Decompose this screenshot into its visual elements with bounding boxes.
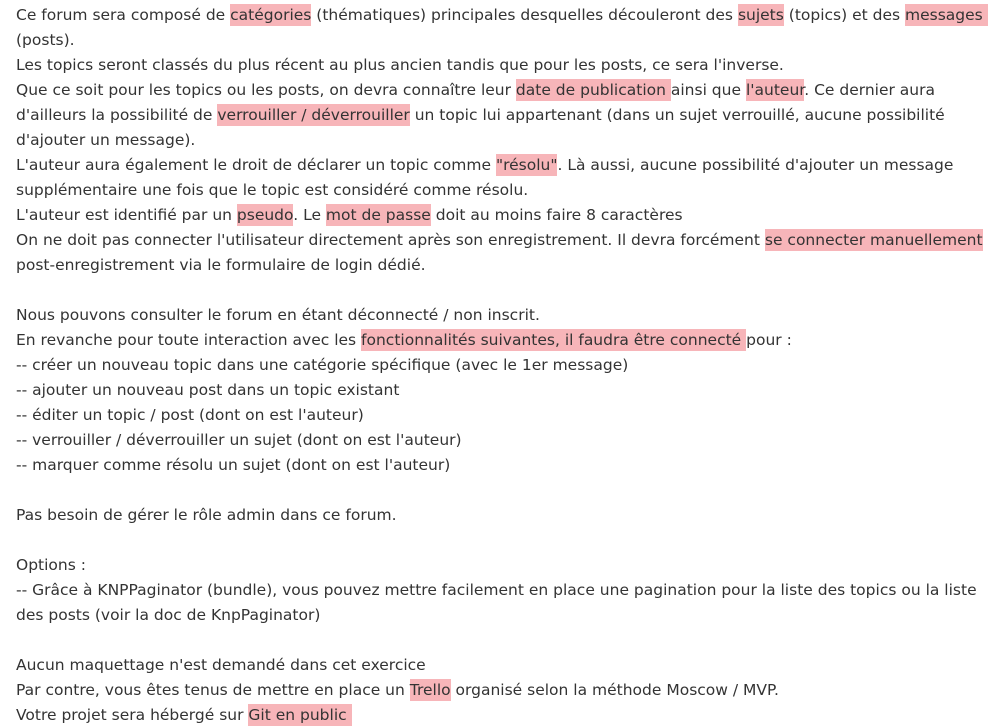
- highlighted-text: catégories: [230, 4, 312, 26]
- text-segment: Ce forum sera composé de: [16, 6, 231, 24]
- text-segment: post-enregistrement via le formulaire de…: [16, 256, 426, 274]
- text-line: Nous pouvons consulter le forum en étant…: [16, 303, 983, 328]
- text-line: -- éditer un topic / post (dont on est l…: [16, 403, 983, 428]
- text-segment: ainsi que: [670, 81, 746, 99]
- highlighted-text: l'auteur: [745, 79, 805, 101]
- text-segment: . Là aussi, aucune possibilité d'ajouter…: [557, 156, 954, 174]
- text-line: Que ce soit pour les topics ou les posts…: [16, 78, 983, 103]
- text-segment: des posts (voir la doc de KnpPaginator): [16, 606, 321, 624]
- text-segment: -- verrouiller / déverrouiller un sujet …: [16, 431, 462, 449]
- text-segment: un topic lui appartenant (dans un sujet …: [409, 106, 945, 124]
- highlighted-text: messages: [905, 4, 988, 26]
- text-segment: Aucun maquettage n'est demandé dans cet …: [16, 656, 426, 674]
- highlighted-text: pseudo: [236, 204, 294, 226]
- text-line: Les topics seront classés du plus récent…: [16, 53, 983, 78]
- text-segment: Votre projet sera hébergé sur: [16, 706, 249, 724]
- text-segment: . Ce dernier aura: [804, 81, 935, 99]
- text-segment: d'ajouter un message).: [16, 131, 196, 149]
- highlighted-text: "résolu": [495, 154, 558, 176]
- text-segment: supplémentaire une fois que le topic est…: [16, 181, 529, 199]
- text-segment: On ne doit pas connecter l'utilisateur d…: [16, 231, 765, 249]
- text-line: -- Grâce à KNPPaginator (bundle), vous p…: [16, 578, 983, 603]
- highlighted-text: date de publication: [515, 79, 671, 101]
- text-segment: (thématiques) principales desquelles déc…: [311, 6, 738, 24]
- text-segment: -- créer un nouveau topic dans une catég…: [16, 356, 629, 374]
- text-segment: Pas besoin de gérer le rôle admin dans c…: [16, 506, 397, 524]
- text-line: -- créer un nouveau topic dans une catég…: [16, 353, 983, 378]
- text-segment: organisé selon la méthode Moscow / MVP.: [450, 681, 779, 699]
- text-line: Votre projet sera hébergé sur Git en pub…: [16, 703, 983, 728]
- text-line: -- ajouter un nouveau post dans un topic…: [16, 378, 983, 403]
- text-line: L'auteur est identifié par un pseudo. Le…: [16, 203, 983, 228]
- text-line: Aucun maquettage n'est demandé dans cet …: [16, 653, 983, 678]
- text-segment: -- marquer comme résolu un sujet (dont o…: [16, 456, 451, 474]
- text-line: On ne doit pas connecter l'utilisateur d…: [16, 228, 983, 253]
- text-segment: Nous pouvons consulter le forum en étant…: [16, 306, 540, 324]
- text-segment: -- éditer un topic / post (dont on est l…: [16, 406, 364, 424]
- highlighted-text: sujets: [737, 4, 784, 26]
- text-line: Ce forum sera composé de catégories (thé…: [16, 3, 988, 28]
- text-line: Par contre, vous êtes tenus de mettre en…: [16, 678, 983, 703]
- highlighted-text: se connecter manuellement: [764, 229, 983, 251]
- text-segment: Par contre, vous êtes tenus de mettre en…: [16, 681, 410, 699]
- highlighted-text: Trello: [409, 679, 451, 701]
- highlighted-text: fonctionnalités suivantes, il faudra êtr…: [361, 329, 747, 351]
- text-segment: Les topics seront classés du plus récent…: [16, 56, 784, 74]
- text-line: supplémentaire une fois que le topic est…: [16, 178, 983, 203]
- text-segment: En revanche pour toute interaction avec …: [16, 331, 362, 349]
- text-line: Options :: [16, 553, 983, 578]
- text-segment: doit au moins faire 8 caractères: [430, 206, 683, 224]
- text-line: d'ajouter un message).: [16, 128, 983, 153]
- text-line: des posts (voir la doc de KnpPaginator): [16, 603, 983, 628]
- text-segment: Options :: [16, 556, 86, 574]
- highlighted-text: Git en public: [248, 704, 352, 726]
- document-body: Ce forum sera composé de catégories (thé…: [0, 0, 993, 728]
- highlighted-text: mot de passe: [325, 204, 431, 226]
- text-segment: L'auteur est identifié par un: [16, 206, 237, 224]
- text-segment: pour :: [746, 331, 792, 349]
- text-segment: . Le: [293, 206, 326, 224]
- text-segment: Que ce soit pour les topics ou les posts…: [16, 81, 516, 99]
- highlighted-text: verrouiller / déverrouiller: [217, 104, 410, 126]
- text-segment: -- ajouter un nouveau post dans un topic…: [16, 381, 400, 399]
- text-line: d'ailleurs la possibilité de verrouiller…: [16, 103, 983, 128]
- text-segment: (posts).: [16, 31, 75, 49]
- text-line: -- marquer comme résolu un sujet (dont o…: [16, 453, 983, 478]
- text-segment: (topics) et des: [783, 6, 906, 24]
- text-segment: d'ailleurs la possibilité de: [16, 106, 218, 124]
- text-line: (posts).: [16, 28, 983, 53]
- text-segment: L'auteur aura également le droit de décl…: [16, 156, 496, 174]
- text-line: L'auteur aura également le droit de décl…: [16, 153, 983, 178]
- text-line: En revanche pour toute interaction avec …: [16, 328, 983, 353]
- text-line: -- verrouiller / déverrouiller un sujet …: [16, 428, 983, 453]
- text-segment: -- Grâce à KNPPaginator (bundle), vous p…: [16, 581, 977, 599]
- text-line: Pas besoin de gérer le rôle admin dans c…: [16, 503, 983, 528]
- text-line: post-enregistrement via le formulaire de…: [16, 253, 983, 278]
